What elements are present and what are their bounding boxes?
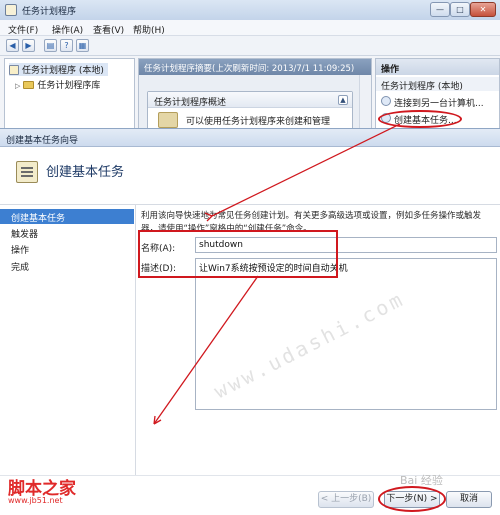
- arrow-head-name-field: [204, 212, 213, 217]
- jb51-logo-url: www.jb51.net: [8, 496, 63, 505]
- arrow-line-to-description: [153, 275, 259, 425]
- annotation-box-name-description: [138, 230, 338, 278]
- arrow-head-name-field: [206, 215, 213, 222]
- baidu-watermark: Bai 经验: [400, 474, 443, 487]
- arrow-line-to-name-field: [211, 123, 401, 217]
- annotation-circle-create-task: [378, 110, 462, 128]
- annotation-circle-next-button: [378, 486, 446, 512]
